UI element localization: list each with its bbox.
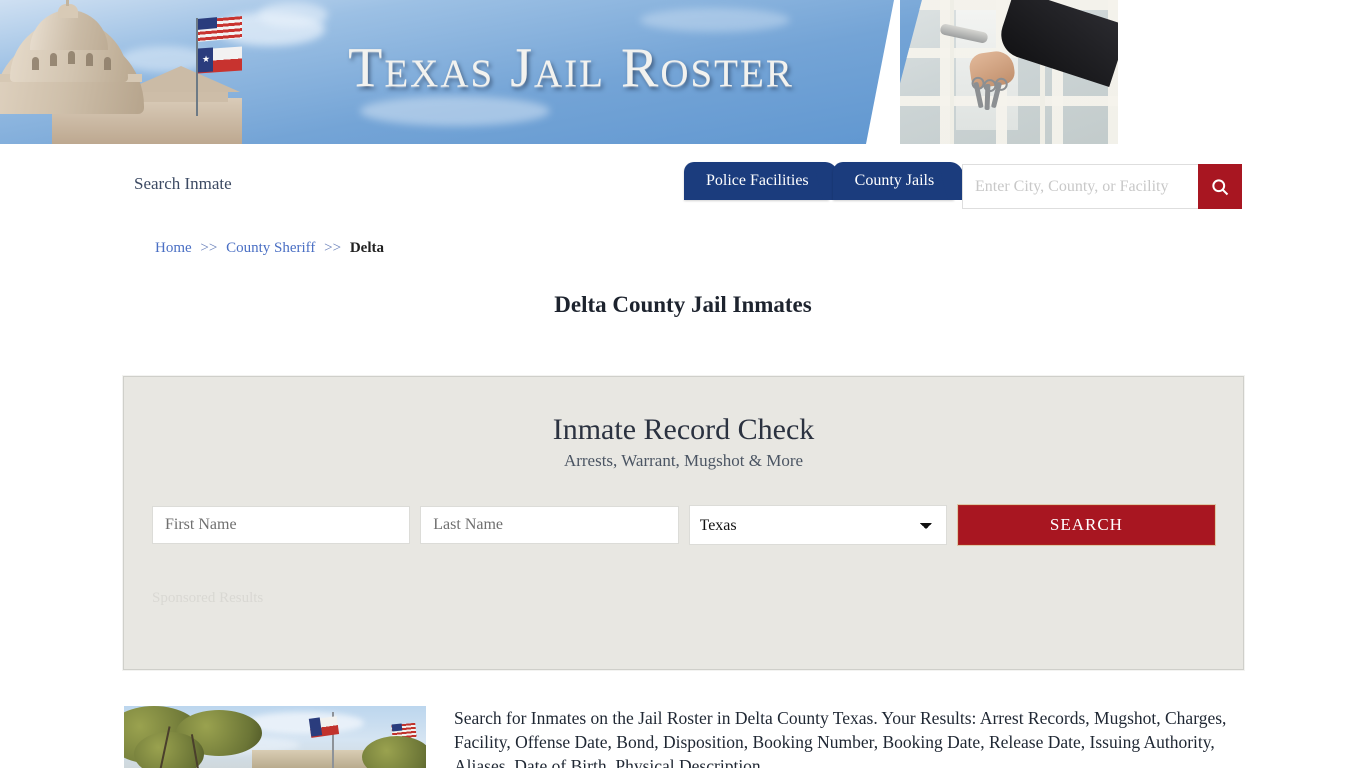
first-name-input[interactable] — [152, 506, 411, 544]
us-flag-canton — [198, 17, 217, 30]
last-name-input[interactable] — [420, 506, 679, 544]
tab-police-facilities-label: Police Facilities — [706, 172, 809, 189]
site-brand-label: Search Inmate — [134, 174, 232, 193]
page-description: Search for Inmates on the Jail Roster in… — [454, 708, 1227, 768]
breadcrumb: Home >> County Sheriff >> Delta — [155, 240, 384, 257]
tab-county-jails-label: County Jails — [854, 172, 935, 189]
search-icon — [1212, 178, 1229, 195]
main-nav: Search Inmate Police Facilities County J… — [124, 144, 1242, 218]
keys-icon — [972, 76, 1008, 111]
page-title: Delta County Jail Inmates — [554, 292, 812, 317]
header-search — [962, 164, 1242, 209]
page-root: ★ Texas Jail Roster Search Inmate Police… — [0, 0, 1366, 768]
breadcrumb-separator: >> — [324, 240, 342, 256]
site-banner: ★ Texas Jail Roster — [0, 0, 1118, 144]
cloud-decor — [640, 8, 790, 32]
state-select[interactable]: Texas — [688, 505, 947, 545]
nav-tabs: Police Facilities County Jails — [684, 162, 970, 200]
panel-subheading: Arrests, Warrant, Mugshot & More — [563, 451, 804, 470]
facility-search-input[interactable] — [962, 164, 1198, 209]
courthouse-thumbnail-image — [124, 706, 426, 768]
tab-county-jails[interactable]: County Jails — [832, 162, 970, 200]
cloud-decor — [258, 2, 328, 28]
header-search-button[interactable] — [1198, 164, 1242, 209]
tab-police-facilities[interactable]: Police Facilities — [684, 162, 845, 200]
breadcrumb-item-current: Delta — [349, 240, 384, 256]
breadcrumb-separator: >> — [200, 240, 218, 256]
breadcrumb-item-county-sheriff[interactable]: County Sheriff — [226, 240, 315, 256]
cloud-decor — [360, 96, 550, 126]
content-section: Search for Inmates on the Jail Roster in… — [124, 706, 1242, 768]
breadcrumb-item-home[interactable]: Home — [155, 240, 192, 256]
search-button[interactable]: SEARCH — [956, 504, 1217, 546]
jail-door-photo — [884, 0, 1118, 144]
inmate-search-form: Texas SEARCH — [152, 504, 1217, 546]
sponsored-results-label: Sponsored Results — [152, 590, 264, 606]
panel-heading: Inmate Record Check — [552, 413, 815, 446]
inmate-record-check-panel: Inmate Record Check Arrests, Warrant, Mu… — [123, 376, 1244, 670]
